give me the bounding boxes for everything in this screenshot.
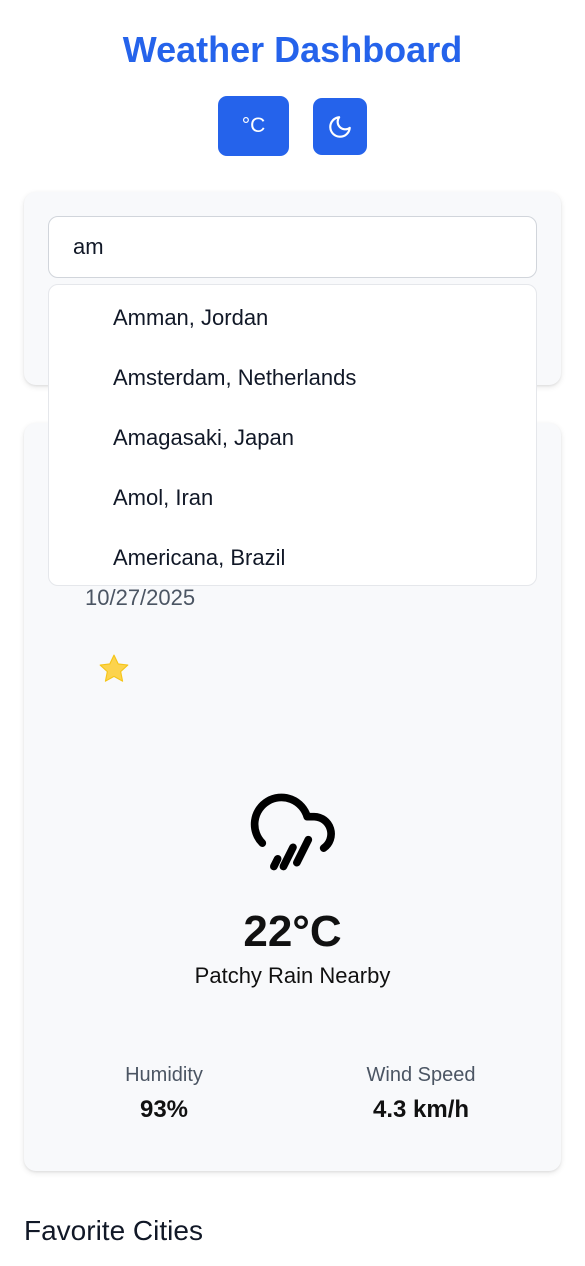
weather-condition: Patchy Rain Nearby — [194, 963, 391, 988]
city-search-input[interactable] — [48, 216, 537, 278]
theme-toggle-button[interactable] — [313, 98, 367, 155]
suggestion-item[interactable]: Americana, Brazil — [89, 528, 536, 588]
favorite-cities-heading: Favorite Cities — [24, 1215, 203, 1246]
suggestion-item[interactable]: Amol, Iran — [89, 468, 536, 528]
unit-toggle-button[interactable]: °C — [218, 96, 289, 156]
app-title: Weather Dashboard — [122, 29, 463, 70]
temperature-value: 22°C — [243, 907, 342, 956]
wind-speed-label: Wind Speed — [366, 1064, 476, 1086]
suggestion-item[interactable]: Amagasaki, Japan — [89, 408, 536, 468]
moon-icon — [329, 115, 351, 138]
suggestion-item[interactable]: Amsterdam, Netherlands — [89, 348, 536, 408]
star-icon[interactable] — [97, 652, 131, 686]
suggestion-item[interactable]: Amman, Jordan — [89, 288, 536, 348]
humidity-label: Humidity — [125, 1064, 203, 1086]
weather-dashboard-page: Weather Dashboard °C Amman, Jordan Amste… — [0, 0, 585, 1266]
rain-cloud-icon — [250, 793, 335, 871]
humidity-value: 93% — [139, 1096, 189, 1123]
wind-speed-value: 4.3 km/h — [372, 1096, 470, 1123]
city-suggestions-dropdown: Amman, Jordan Amsterdam, Netherlands Ama… — [48, 284, 537, 586]
